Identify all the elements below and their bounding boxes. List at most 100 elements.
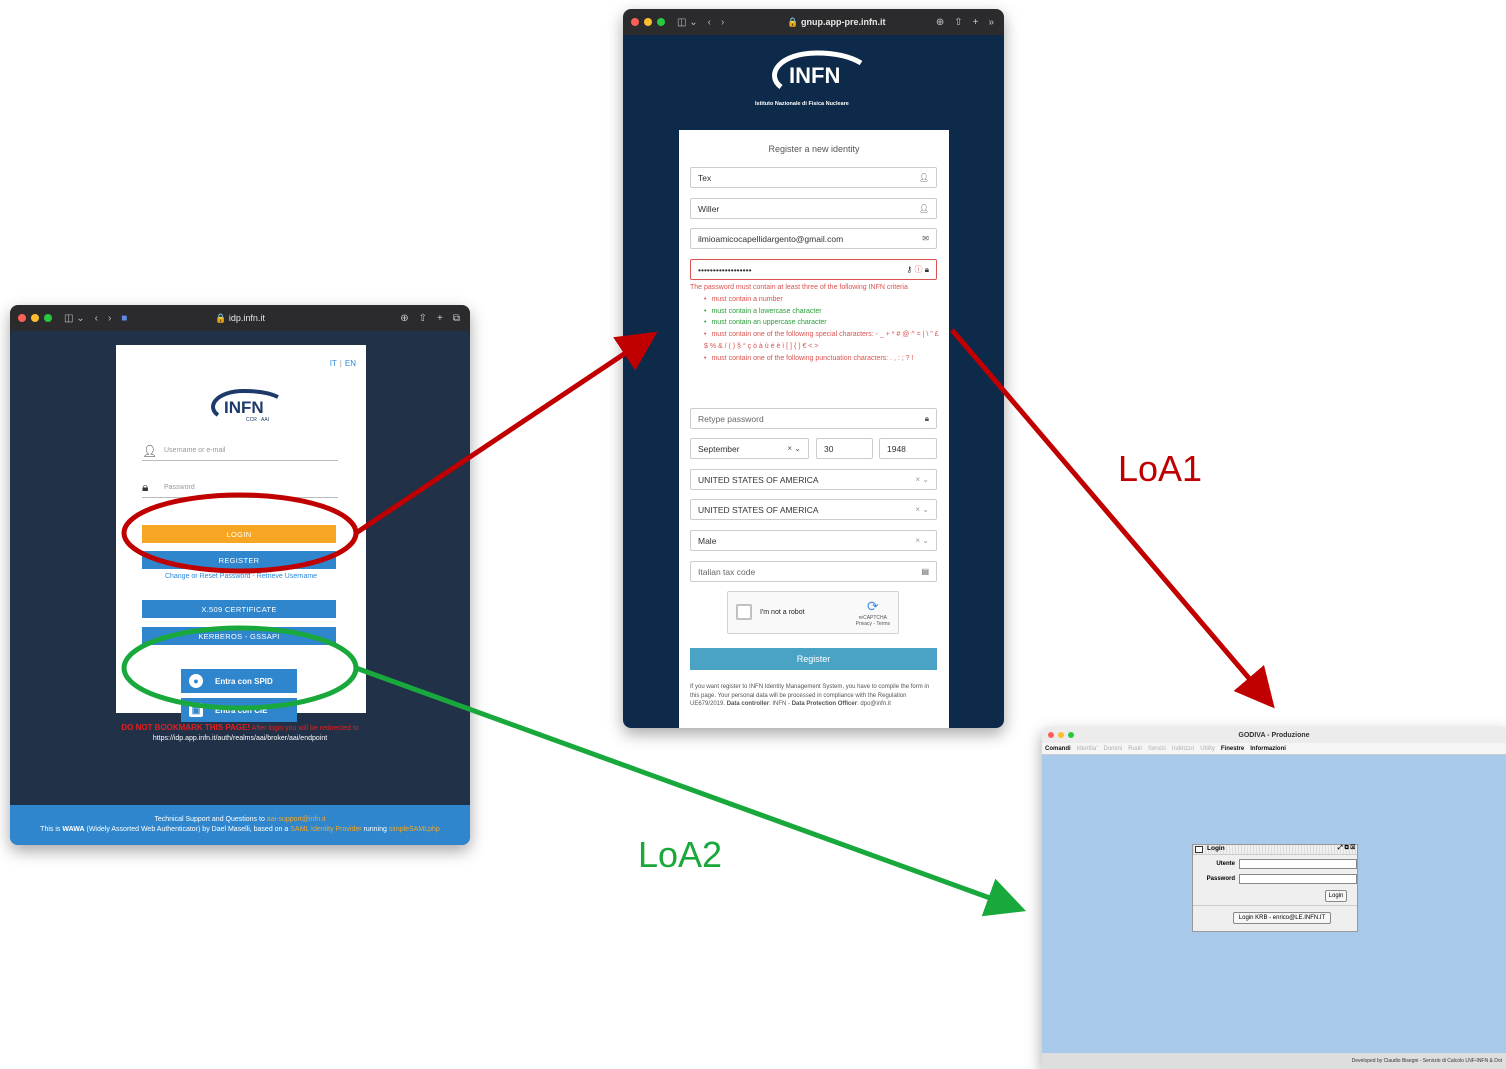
x509-button[interactable]: X.509 CERTIFICATE	[142, 600, 336, 618]
country-select-2[interactable]: UNITED STATES OF AMERICA × ⌄	[690, 499, 937, 520]
retype-password-input[interactable]: Retype password 🔒︎	[690, 408, 937, 429]
cie-button[interactable]: ▣ Entra con CIE	[181, 698, 297, 722]
captcha-checkbox[interactable]	[736, 604, 752, 620]
last-name-value: Willer	[698, 203, 720, 214]
support-email-link[interactable]: aai-support@infn.it	[267, 816, 326, 823]
cie-label: Entra con CIE	[215, 705, 268, 715]
gender-select[interactable]: Male × ⌄	[690, 530, 937, 551]
criterion-item: must contain an uppercase character	[704, 317, 942, 329]
extension-icon[interactable]: ■	[121, 313, 127, 324]
menu-utility: Utility	[1200, 745, 1215, 752]
birth-year-value: 1948	[887, 443, 906, 454]
godiva-menubar: Comandi Identita' Domini Ruoli Servizi I…	[1042, 743, 1506, 755]
reset-password-link[interactable]: Change or Reset Password - Retrieve User…	[116, 573, 366, 580]
menu-informazioni[interactable]: Informazioni	[1250, 746, 1286, 752]
user-input[interactable]	[1239, 859, 1357, 869]
birth-month-select[interactable]: September × ⌄	[690, 438, 809, 459]
lock-icon: 🔒︎	[142, 480, 149, 494]
menu-comandi[interactable]: Comandi	[1045, 746, 1071, 752]
recaptcha-icon: ⟳	[866, 598, 879, 614]
spid-button[interactable]: ● Entra con SPID	[181, 669, 297, 693]
password-input[interactable]	[1239, 874, 1357, 884]
user-label: Utente	[1216, 861, 1235, 867]
tax-code-input[interactable]: Italian tax code ▤	[690, 561, 937, 582]
address-bar[interactable]: 🔒 gnup.app-pre.infn.it	[787, 17, 885, 28]
criterion-item: must contain one of the following specia…	[704, 329, 942, 353]
back-icon[interactable]: ‹	[708, 17, 711, 28]
forward-icon[interactable]: ›	[108, 313, 111, 324]
clear-chevron-icon[interactable]: × ⌄	[915, 536, 929, 545]
dialog-menu-icon[interactable]	[1195, 846, 1203, 853]
close-dot[interactable]	[631, 18, 639, 26]
menu-finestre[interactable]: Finestre	[1221, 746, 1244, 752]
key-icon[interactable]: ⚷ ⓘ 🔒︎	[906, 264, 929, 275]
url-text: gnup.app-pre.infn.it	[800, 16, 886, 27]
sidebar-icon[interactable]: ◫ ⌄	[677, 17, 698, 28]
minimize-dot[interactable]	[644, 18, 652, 26]
dialog-controls-icon[interactable]: ⤢ ⧉ ☒	[1338, 845, 1355, 852]
download-icon[interactable]: ⊕	[936, 17, 944, 28]
login-krb-button[interactable]: Login KRB - enrico@LE.INFN.IT	[1233, 912, 1331, 924]
register-title: Register a new identity	[768, 144, 860, 154]
country-select-1[interactable]: UNITED STATES OF AMERICA × ⌄	[690, 469, 937, 490]
new-tab-icon[interactable]: +	[973, 17, 979, 28]
login-button[interactable]: LOGIN	[142, 525, 336, 543]
login-button[interactable]: Login	[1325, 890, 1347, 902]
more-icon[interactable]: »	[988, 17, 994, 28]
window-controls[interactable]	[18, 314, 52, 322]
register-button[interactable]: REGISTER	[142, 551, 336, 569]
email-input[interactable]: ilmioamicocapellidargento@gmail.com ✉	[690, 228, 937, 249]
godiva-desktop: Login ⤢ ⧉ ☒ Utente Password Login Login …	[1042, 755, 1506, 1053]
tabs-icon[interactable]: ⧉	[453, 313, 460, 324]
dialog-titlebar[interactable]: Login ⤢ ⧉ ☒	[1193, 845, 1357, 855]
birth-year-input[interactable]: 1948	[879, 438, 937, 459]
footer-this-is: This is	[40, 826, 61, 833]
window-controls[interactable]	[631, 18, 665, 26]
clear-chevron-icon[interactable]: × ⌄	[787, 444, 801, 453]
first-name-input[interactable]: Tex 👤︎	[690, 167, 937, 188]
password-label: Password	[1206, 876, 1235, 882]
username-field[interactable]: 👤︎ Username or e-mail	[142, 441, 338, 461]
person-icon: 👤︎	[918, 173, 929, 182]
logo-subtitle: Istituto Nazionale di Fisica Nucleare	[755, 101, 849, 107]
clear-chevron-icon[interactable]: × ⌄	[915, 505, 929, 514]
warning-bold: DO NOT BOOKMARK THIS PAGE!	[121, 723, 251, 732]
recaptcha-links[interactable]: Privacy - Terms	[856, 621, 890, 627]
envelope-icon: ✉	[922, 234, 929, 243]
sidebar-icon[interactable]: ◫ ⌄	[64, 313, 85, 324]
simplesaml-link[interactable]: simpleSAMLphp	[389, 826, 440, 833]
idp-browser-window: ◫ ⌄ ‹ › ■ 🔒 idp.infn.it ⊕ ⇧ + ⧉ IT | EN IN…	[10, 305, 470, 845]
footer-running: running	[363, 826, 387, 833]
download-icon[interactable]: ⊕	[400, 313, 408, 324]
zoom-dot[interactable]	[657, 18, 665, 26]
warning-text: After login you will be redirected to	[251, 725, 359, 732]
address-bar[interactable]: 🔒 idp.infn.it	[215, 313, 265, 324]
register-submit-button[interactable]: Register	[690, 648, 937, 670]
spid-icon: ●	[189, 674, 203, 688]
last-name-input[interactable]: Willer 👤︎	[690, 198, 937, 219]
register-browser-window: ◫ ⌄ ‹ › 🔒 gnup.app-pre.infn.it ⊕ ⇧ + » I…	[623, 9, 1004, 728]
share-icon[interactable]: ⇧	[419, 313, 427, 324]
new-tab-icon[interactable]: +	[437, 313, 443, 324]
clear-chevron-icon[interactable]: × ⌄	[915, 475, 929, 484]
logo-text: INFN	[224, 398, 264, 417]
minimize-dot[interactable]	[31, 314, 39, 322]
password-field[interactable]: 🔒︎ Password	[142, 478, 338, 498]
menu-identita: Identita'	[1076, 745, 1098, 752]
footer-support-text: Technical Support and Questions to	[154, 816, 265, 823]
birth-month-value: September	[698, 443, 740, 454]
birth-day-input[interactable]: 30	[816, 438, 873, 459]
share-icon[interactable]: ⇧	[954, 17, 962, 28]
dpo-label: Data Protection Officer	[791, 701, 858, 707]
password-input[interactable]: •••••••••••••••••• ⚷ ⓘ 🔒︎	[690, 259, 937, 280]
back-icon[interactable]: ‹	[95, 313, 98, 324]
lang-it-link[interactable]: IT	[330, 359, 337, 368]
lang-en-link[interactable]: EN	[345, 359, 356, 368]
forward-icon[interactable]: ›	[721, 17, 724, 28]
privacy-notice: If you want register to INFN Identity Ma…	[690, 683, 940, 709]
saml-link[interactable]: SAML Identity Provider	[290, 826, 361, 833]
kerberos-button[interactable]: KERBEROS - GSSAPI	[142, 627, 336, 645]
close-dot[interactable]	[18, 314, 26, 322]
zoom-dot[interactable]	[44, 314, 52, 322]
cie-icon: ▣	[189, 703, 203, 717]
